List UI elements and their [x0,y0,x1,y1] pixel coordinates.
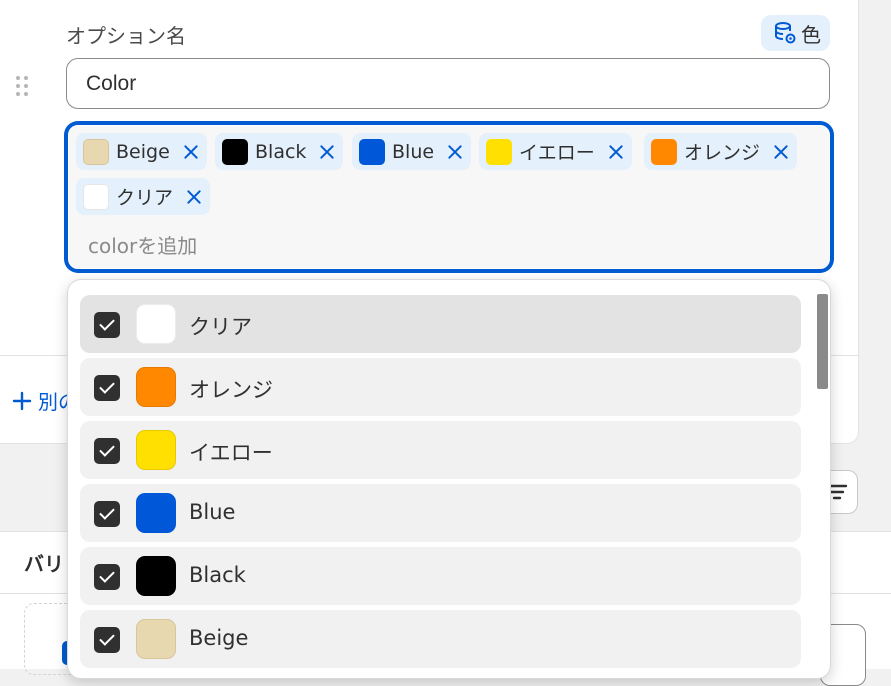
drag-handle-icon[interactable] [16,76,30,96]
close-icon[interactable] [607,143,625,161]
close-icon[interactable] [185,188,203,206]
add-value-input[interactable]: colorを追加 [88,230,197,259]
color-swatch [651,138,677,165]
color-swatch [136,493,176,533]
color-swatch [359,138,385,165]
tag-label: Beige [116,140,170,163]
checkmark-icon[interactable] [94,438,120,464]
dropdown-option-label: イエロー [189,441,273,465]
color-swatch [136,304,176,344]
plus-icon [12,391,32,410]
close-icon[interactable] [182,143,200,161]
option-name-input[interactable]: Color [66,58,830,109]
color-options-dropdown: クリア オレンジ イエロー Blue Black Beige [67,279,831,679]
color-swatch [83,138,109,165]
dropdown-option-label: Blue [189,500,236,524]
option-values-field[interactable]: Beige Black Blue イエロー オレンジ クリア colorを追加 [66,123,832,271]
value-tag: Blue [352,133,472,170]
color-swatch [136,556,176,596]
dropdown-option-label: オレンジ [189,378,273,402]
dropdown-option[interactable]: Beige [80,610,801,668]
dropdown-option[interactable]: Blue [80,484,801,542]
color-swatch [222,138,248,165]
value-tag: Beige [76,133,207,170]
value-tag: オレンジ [644,133,798,170]
close-icon[interactable] [446,143,464,161]
database-link-icon [775,22,796,44]
checkmark-icon[interactable] [94,627,120,653]
option-name-label: オプション名 [66,24,186,48]
value-tag: Black [215,133,344,170]
tag-label: オレンジ [684,142,761,164]
close-icon[interactable] [318,143,336,161]
variants-title: バリ [24,552,64,576]
dropdown-option-label: Black [189,563,246,587]
tag-label: クリア [116,187,174,209]
dropdown-option[interactable]: クリア [80,295,801,353]
metafield-badge-label: 色 [801,22,821,47]
tag-label: イエロー [519,142,595,164]
color-swatch [136,430,176,470]
scrollbar[interactable] [817,294,828,389]
color-swatch [83,183,109,210]
color-swatch [136,619,176,659]
value-tag: クリア [76,178,211,215]
dropdown-option[interactable]: イエロー [80,421,801,479]
dropdown-option-label: Beige [189,626,249,650]
dropdown-option[interactable]: Black [80,547,801,605]
checkmark-icon[interactable] [94,564,120,590]
color-swatch [486,138,512,165]
color-swatch [136,367,176,407]
metafield-badge[interactable]: 色 [761,15,830,51]
tag-label: Black [255,140,307,163]
checkmark-icon[interactable] [94,501,120,527]
close-icon[interactable] [772,143,790,161]
tag-label: Blue [392,140,435,163]
checkmark-icon[interactable] [94,375,120,401]
checkmark-icon[interactable] [94,312,120,338]
dropdown-option-label: クリア [189,315,252,339]
dropdown-option[interactable]: オレンジ [80,358,801,416]
value-tag: イエロー [479,133,632,170]
